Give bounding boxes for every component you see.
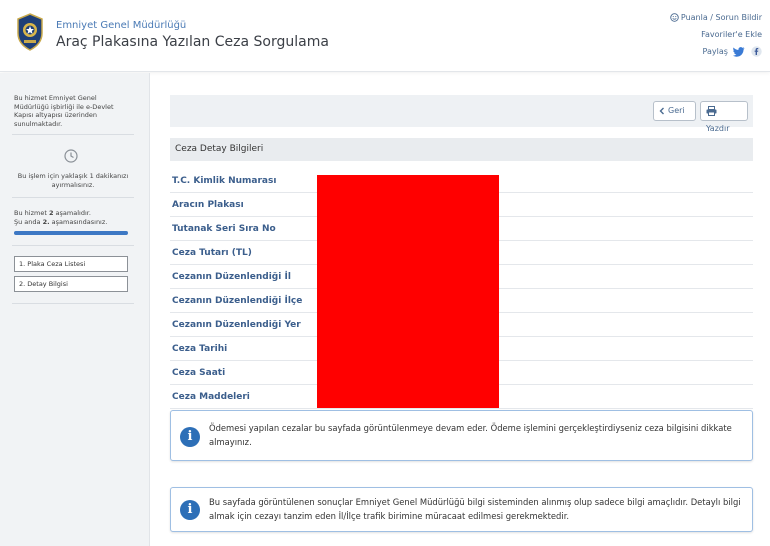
- service-intro-text: Bu hizmet Emniyet Genel Müdürlüğü işbirl…: [14, 94, 114, 128]
- steps-total-suffix: aşamalıdır.: [53, 209, 91, 217]
- sidebar: Bu hizmet Emniyet Genel Müdürlüğü işbirl…: [0, 73, 150, 546]
- page-header: Emniyet Genel Müdürlüğü Araç Plakasına Y…: [0, 0, 770, 72]
- sidebar-divider: [12, 197, 134, 198]
- print-button[interactable]: Yazdır: [700, 101, 748, 133]
- step-info: Bu hizmet 2 aşamalıdır. Şu anda 2. aşama…: [14, 209, 130, 227]
- facebook-icon[interactable]: [751, 46, 762, 57]
- rate-link-label: Puanla / Sorun Bildir: [680, 13, 762, 22]
- printer-icon: [706, 105, 717, 116]
- share-row: Paylaş: [642, 45, 762, 62]
- police-emblem-logo: [17, 13, 43, 51]
- chevron-left-icon: [659, 107, 664, 114]
- step-progress-bar: [14, 231, 128, 235]
- current-step-prefix: Şu anda: [14, 218, 43, 226]
- sidebar-divider: [12, 303, 134, 304]
- sidebar-divider: [12, 245, 134, 246]
- info-icon: i: [180, 500, 200, 520]
- share-label: Paylaş: [702, 47, 728, 56]
- section-title: Ceza Detay Bilgileri: [170, 138, 753, 161]
- step-plate-fine-list[interactable]: 1. Plaka Ceza Listesi: [14, 256, 128, 272]
- disclaimer-notice-text: Bu sayfada görüntülenen sonuçlar Emniyet…: [209, 497, 741, 521]
- back-button[interactable]: Geri: [653, 101, 696, 121]
- step-progress-fill: [14, 231, 128, 235]
- rate-link[interactable]: Puanla / Sorun Bildir: [642, 11, 762, 28]
- steps-total-prefix: Bu hizmet: [14, 209, 49, 217]
- sidebar-divider: [12, 134, 134, 135]
- current-step-suffix: aşamasındasınız.: [49, 218, 108, 226]
- estimated-time-text: Bu işlem için yaklaşık 1 dakikanızı ayır…: [17, 172, 129, 189]
- smiley-icon: [670, 13, 679, 22]
- twitter-icon[interactable]: [733, 46, 745, 57]
- payment-notice: i Ödemesi yapılan cezalar bu sayfada gör…: [170, 410, 753, 461]
- page-title: Araç Plakasına Yazılan Ceza Sorgulama: [56, 34, 329, 50]
- favorites-link[interactable]: Favoriler'e Ekle: [642, 28, 762, 45]
- current-step-number: 2.: [42, 218, 50, 226]
- info-icon: i: [180, 427, 200, 447]
- organization-name: Emniyet Genel Müdürlüğü: [56, 20, 187, 31]
- redaction-block: [317, 175, 499, 408]
- favorites-link-label: Favoriler'e Ekle: [701, 30, 762, 39]
- print-button-label: Yazdır: [706, 124, 730, 133]
- step-detail-info[interactable]: 2. Detay Bilgisi: [14, 276, 128, 292]
- back-button-label: Geri: [668, 106, 685, 115]
- clock-icon: [64, 149, 78, 163]
- disclaimer-notice: i Bu sayfada görüntülenen sonuçlar Emniy…: [170, 487, 753, 532]
- header-links: Puanla / Sorun Bildir Favoriler'e Ekle P…: [642, 11, 762, 62]
- payment-notice-text: Ödemesi yapılan cezalar bu sayfada görün…: [209, 423, 732, 447]
- action-toolbar: Geri Yazdır: [170, 95, 753, 133]
